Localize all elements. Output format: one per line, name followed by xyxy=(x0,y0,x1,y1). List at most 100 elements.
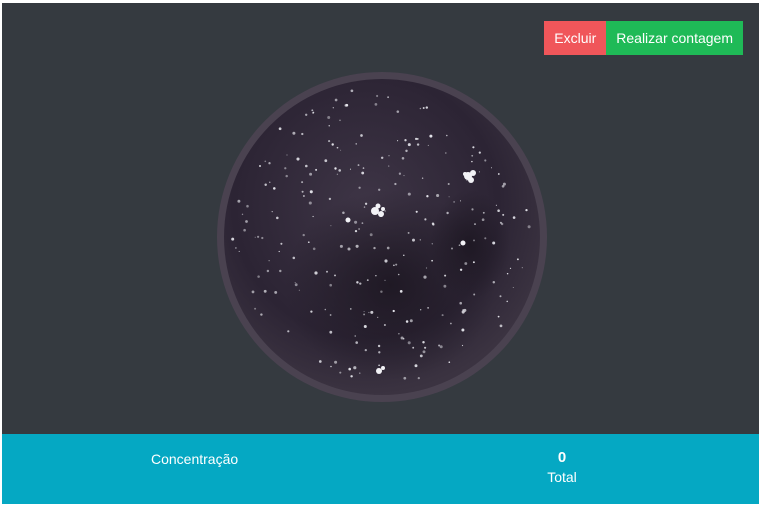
colony-speck xyxy=(257,275,260,278)
colony-speck xyxy=(443,284,447,288)
colony-speck xyxy=(259,165,261,167)
colony-speck xyxy=(311,109,314,112)
total-block: 0 Total xyxy=(502,448,622,486)
colony-speck xyxy=(292,256,296,260)
colony-speck xyxy=(395,263,398,266)
colony-speck xyxy=(446,134,448,137)
results-footer: Concentração 0 Total xyxy=(2,434,759,504)
colony-speck xyxy=(417,376,420,380)
colony-speck xyxy=(366,279,369,281)
colony-speck xyxy=(378,364,380,367)
colony-speck xyxy=(363,324,367,329)
colony-speck xyxy=(266,269,270,273)
colony-speck xyxy=(339,244,343,248)
colony-speck xyxy=(330,365,332,368)
colony-speck xyxy=(269,181,271,183)
colony-speck xyxy=(315,168,318,171)
colony-speck xyxy=(264,160,267,163)
colony-speck xyxy=(312,215,314,218)
colony-speck xyxy=(414,364,418,368)
colony-speck xyxy=(354,220,358,224)
colony-speck xyxy=(403,175,405,177)
colony-speck xyxy=(453,201,455,203)
colony-speck xyxy=(441,314,444,317)
colony-speck xyxy=(521,267,523,269)
colony-speck xyxy=(357,164,360,167)
colony-speck xyxy=(461,328,465,332)
colony-speck xyxy=(358,228,360,230)
colony-speck xyxy=(399,290,403,293)
colony-speck xyxy=(274,290,278,294)
colony-speck xyxy=(298,289,300,291)
colony-speck xyxy=(412,346,415,349)
colony-speck xyxy=(459,301,462,305)
colony-speck xyxy=(327,116,331,119)
colony-speck xyxy=(263,289,267,293)
colony-speck xyxy=(347,247,351,251)
colony-speck xyxy=(424,218,427,221)
colony-speck xyxy=(377,316,379,319)
colony-speck xyxy=(471,154,474,157)
colony-speck xyxy=(361,222,364,224)
colony-speck xyxy=(301,132,304,136)
colony-speck xyxy=(499,324,503,328)
colony-speck xyxy=(439,345,443,349)
colony-speck xyxy=(261,236,264,240)
colony-speck xyxy=(502,182,506,186)
colony-speck xyxy=(301,190,304,193)
colony-speck xyxy=(339,119,341,122)
colony-speck xyxy=(354,229,358,233)
colony-speck xyxy=(407,231,410,234)
colony-speck xyxy=(364,348,367,352)
colony-speck xyxy=(292,131,296,135)
colony-speck xyxy=(349,168,352,170)
colony-speck xyxy=(245,220,248,223)
colony-speck xyxy=(334,274,336,277)
colony-speck xyxy=(368,311,370,314)
colony-speck xyxy=(431,222,435,225)
colony-speck xyxy=(421,177,424,179)
colony-speck xyxy=(446,211,449,215)
colony-speck xyxy=(394,182,397,186)
colony-speck xyxy=(412,238,415,242)
colony-speck xyxy=(359,372,361,374)
colony-speck xyxy=(506,272,509,275)
colony-speck xyxy=(268,162,271,165)
colony-speck xyxy=(380,156,384,160)
colony-speck xyxy=(497,315,500,318)
colony-speck xyxy=(458,244,461,247)
colony-speck xyxy=(377,344,381,348)
delete-button[interactable]: Excluir xyxy=(544,21,607,55)
colony-speck xyxy=(251,290,255,294)
colony-speck xyxy=(257,235,260,238)
count-button[interactable]: Realizar contagem xyxy=(606,21,743,55)
colony-speck xyxy=(305,164,308,168)
colony-speck xyxy=(254,307,257,310)
reflection-shadow-2 xyxy=(430,190,510,300)
colony-speck xyxy=(294,282,296,284)
colony-speck xyxy=(238,250,240,252)
colony-speck xyxy=(284,167,287,170)
colony-speck xyxy=(405,320,409,323)
colony-speck xyxy=(472,261,475,264)
colony-speck xyxy=(502,213,505,216)
colony-speck xyxy=(419,107,422,110)
colony-speck xyxy=(402,338,405,340)
colony-speck xyxy=(459,268,463,271)
colony-speck xyxy=(393,264,395,267)
colony-speck xyxy=(278,127,282,131)
image-toolbar: Excluir Realizar contagem xyxy=(544,21,743,55)
colony-speck xyxy=(307,241,310,244)
colony-speck xyxy=(334,360,338,364)
colony-speck xyxy=(363,310,365,313)
colony-speck xyxy=(464,262,468,265)
colony-speck xyxy=(492,280,496,284)
colony-speck xyxy=(384,210,386,212)
colony-speck xyxy=(392,309,395,313)
colony-speck xyxy=(329,314,332,316)
colony-speck xyxy=(271,210,273,213)
colony-speck xyxy=(340,149,342,151)
colony-speck xyxy=(407,341,411,345)
petri-dish-svg xyxy=(217,72,547,402)
colony-speck xyxy=(312,111,315,114)
